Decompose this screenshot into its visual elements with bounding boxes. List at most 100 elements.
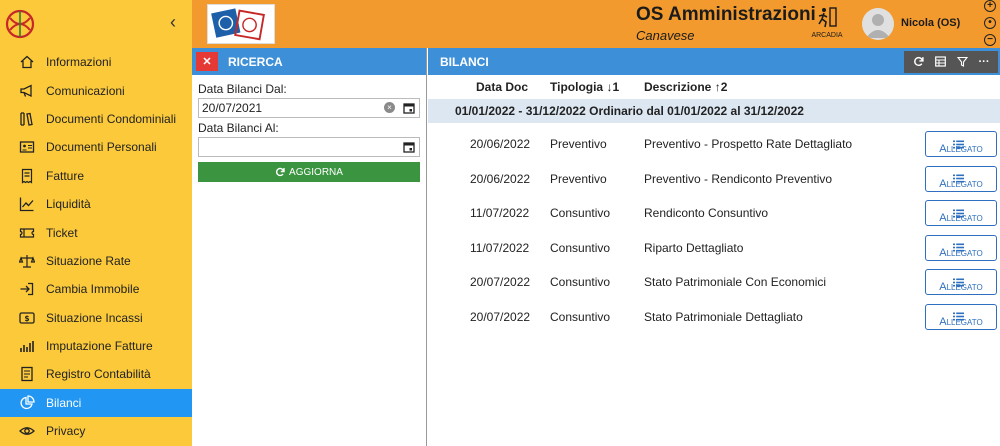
- sidebar-item-informazioni[interactable]: Informazioni: [0, 48, 192, 76]
- app-root: ‹ Informazioni Comunicazioni Documenti Con…: [0, 0, 1000, 446]
- search-panel: ✕ RICERCA Data Bilanci Dal: 20/07/2021 ×…: [192, 48, 427, 446]
- sidebar-item-label: Fatture: [46, 168, 85, 183]
- column-data-doc[interactable]: Data Doc: [476, 80, 528, 94]
- clear-date-icon[interactable]: ×: [384, 102, 395, 113]
- group-row[interactable]: 01/01/2022 - 31/12/2022 Ordinario dal 01…: [428, 99, 1000, 123]
- date-from-field[interactable]: 20/07/2021 ×: [198, 98, 420, 118]
- avatar[interactable]: [862, 8, 894, 40]
- table-header: Data Doc Tipologia ↓1 Descrizione ↑2: [428, 75, 1000, 98]
- row-description: Rendiconto Consuntivo: [644, 206, 769, 220]
- arcadia-button[interactable]: ARCADIA: [809, 6, 845, 39]
- attachment-label: Allegato: [939, 177, 983, 190]
- attachment-button[interactable]: Allegato: [925, 200, 997, 226]
- attachment-button[interactable]: Allegato: [925, 269, 997, 295]
- sidebar-item-situazione-rate[interactable]: Situazione Rate: [0, 247, 192, 275]
- row-type: Consuntivo: [550, 275, 611, 289]
- sidebar-item-label: Liquidità: [46, 197, 91, 212]
- zoom-in-icon[interactable]: +: [984, 0, 996, 12]
- table-row[interactable]: 11/07/2022 Consuntivo Riparto Dettagliato A…: [428, 230, 1000, 265]
- sidebar-item-documenti-condominiali[interactable]: Documenti Condominiali: [0, 105, 192, 133]
- search-panel-bar: ✕ RICERCA: [192, 48, 426, 75]
- sidebar-item-label: Cambia Immobile: [46, 282, 140, 297]
- row-date: 20/06/2022: [470, 171, 531, 186]
- refresh-icon: [275, 167, 285, 177]
- sidebar-item-label: Documenti Condominiali: [46, 111, 177, 126]
- username[interactable]: Nicola (OS): [901, 17, 960, 29]
- ledger-icon: [19, 366, 35, 382]
- row-description: Stato Patrimoniale Dettagliato: [644, 309, 803, 324]
- zoom-reset-icon[interactable]: •: [984, 17, 996, 29]
- sign-in-icon: [19, 281, 35, 297]
- condominium-name: Canavese: [636, 28, 695, 43]
- zoom-out-icon[interactable]: −: [984, 34, 996, 46]
- sidebar-item-ticket[interactable]: Ticket: [0, 218, 192, 246]
- user-avatar-icon: [866, 14, 890, 38]
- attachment-button[interactable]: Allegato: [925, 165, 997, 192]
- reload-icon[interactable]: [907, 51, 929, 73]
- grid-toolbar: ···: [904, 50, 998, 73]
- calendar-icon[interactable]: [403, 141, 415, 153]
- row-date: 11/07/2022: [470, 240, 530, 255]
- row-description: Preventivo - Rendiconto Preventivo: [644, 171, 833, 186]
- refresh-button[interactable]: AGGIORNA: [198, 162, 420, 182]
- sidebar-menu: Informazioni Comunicazioni Documenti Condo…: [0, 48, 192, 445]
- attachment-label: Allegato: [939, 315, 983, 328]
- search-panel-title: RICERCA: [228, 54, 283, 69]
- filter-icon[interactable]: [951, 51, 973, 73]
- ticket-icon: [19, 225, 35, 241]
- svg-text:$: $: [24, 314, 29, 323]
- row-description: Preventivo - Prospetto Rate Dettagliato: [644, 137, 853, 151]
- company-name: OS Amministrazioni: [636, 4, 816, 25]
- date-to-label: Data Bilanci Al:: [198, 121, 279, 135]
- header: OS Amministrazioni Canavese ARCADIA Nico…: [192, 0, 1000, 48]
- collapse-sidebar-icon[interactable]: ‹: [170, 12, 176, 33]
- columns-icon[interactable]: [929, 51, 951, 73]
- row-type: Consuntivo: [550, 309, 611, 324]
- sidebar-item-liquidit[interactable]: Liquidità: [0, 190, 192, 218]
- sidebar-item-cambia-immobile[interactable]: Cambia Immobile: [0, 275, 192, 303]
- app-logo-icon: [5, 9, 35, 39]
- attachment-button[interactable]: Allegato: [925, 131, 997, 157]
- table-row[interactable]: 20/06/2022 Preventivo Preventivo - Rendico…: [428, 161, 1000, 196]
- bar-chart-icon: [19, 338, 35, 354]
- table-row[interactable]: 20/06/2022 Preventivo Preventivo - Prospet…: [428, 126, 1000, 161]
- row-description: Riparto Dettagliato: [644, 240, 744, 255]
- date-to-field[interactable]: [198, 137, 420, 157]
- sidebar-item-label: Comunicazioni: [46, 83, 125, 98]
- column-descrizione[interactable]: Descrizione ↑2: [644, 80, 727, 94]
- sidebar-item-documenti-personali[interactable]: Documenti Personali: [0, 133, 192, 161]
- sidebar-item-label: Ticket: [46, 225, 78, 240]
- sidebar-item-registro-contabilit[interactable]: Registro Contabilità: [0, 360, 192, 388]
- sidebar-item-label: Informazioni: [46, 55, 112, 70]
- attachment-label: Allegato: [939, 212, 983, 224]
- close-search-button[interactable]: ✕: [196, 52, 218, 71]
- calendar-icon[interactable]: [403, 102, 415, 114]
- attachment-button[interactable]: Allegato: [925, 234, 997, 261]
- table-row[interactable]: 20/07/2022 Consuntivo Stato Patrimoniale C…: [428, 264, 1000, 299]
- column-tipologia[interactable]: Tipologia ↓1: [550, 80, 619, 94]
- attachment-button[interactable]: Allegato: [925, 303, 997, 330]
- sidebar-item-imputazione-fatture[interactable]: Imputazione Fatture: [0, 332, 192, 360]
- sidebar: ‹ Informazioni Comunicazioni Documenti Con…: [0, 0, 192, 446]
- home-icon: [19, 54, 35, 70]
- sidebar-item-situazione-incassi[interactable]: $ Situazione Incassi: [0, 304, 192, 332]
- running-man-icon: [818, 7, 837, 28]
- sidebar-item-bilanci[interactable]: Bilanci: [0, 388, 192, 418]
- sidebar-item-privacy[interactable]: Privacy: [0, 417, 192, 445]
- sidebar-item-label: Situazione Incassi: [46, 310, 143, 325]
- sidebar-item-label: Bilanci: [46, 395, 82, 410]
- scale-icon: [19, 253, 35, 269]
- more-options-icon[interactable]: ···: [973, 51, 995, 73]
- bilanci-panel-bar: BILANCI ···: [428, 48, 1000, 75]
- sidebar-item-comunicazioni[interactable]: Comunicazioni: [0, 76, 192, 104]
- row-date: 20/07/2022: [470, 309, 531, 324]
- row-type: Preventivo: [550, 171, 607, 186]
- receipt-icon: [19, 168, 35, 184]
- row-date: 20/07/2022: [470, 275, 531, 289]
- table-row[interactable]: 20/07/2022 Consuntivo Stato Patrimoniale D…: [428, 299, 1000, 334]
- arcadia-label: ARCADIA: [811, 32, 843, 39]
- sidebar-item-fatture[interactable]: Fatture: [0, 162, 192, 190]
- table-row[interactable]: 11/07/2022 Consuntivo Rendiconto Consuntiv…: [428, 195, 1000, 230]
- line-chart-icon: [19, 196, 35, 212]
- attachment-label: Allegato: [939, 246, 983, 259]
